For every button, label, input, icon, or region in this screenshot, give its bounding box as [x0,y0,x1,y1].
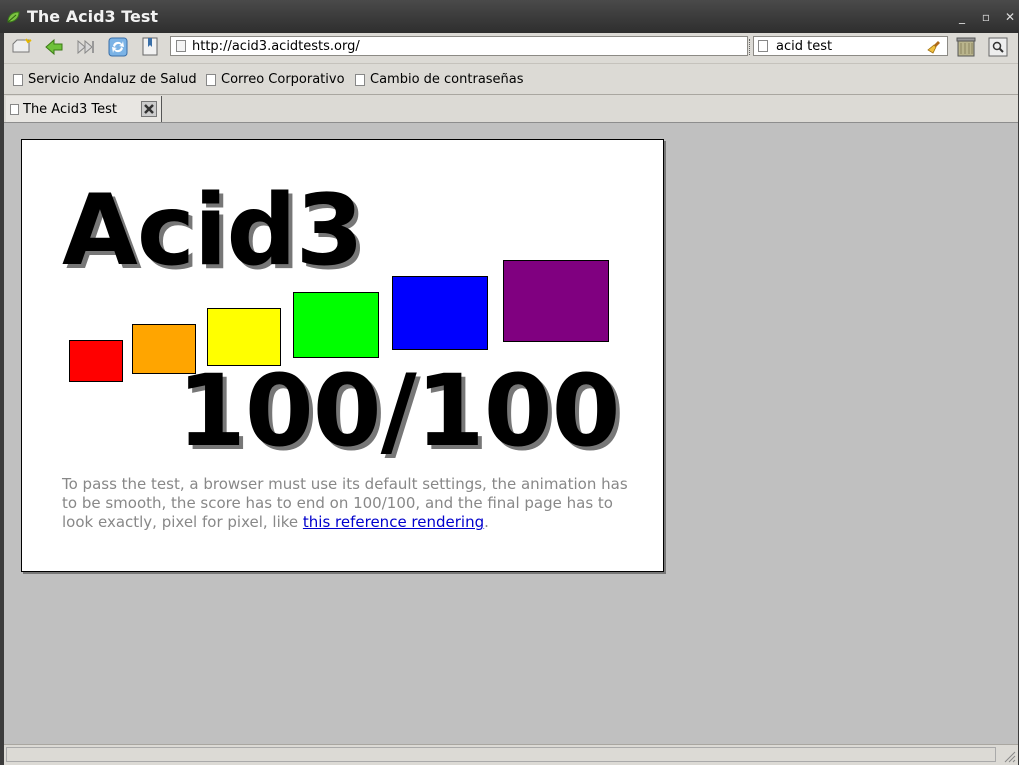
trash-button[interactable] [954,36,978,58]
bookmarks-toolbar: Servicio Andaluz de Salud Correo Corpora… [4,63,1018,94]
tab-bar: The Acid3 Test [4,94,1018,123]
zoom-button[interactable] [986,36,1010,58]
reload-icon [108,37,128,57]
app-leaf-icon [7,11,20,23]
bookmark-item[interactable]: Correo Corporativo [206,72,345,87]
status-field [6,747,996,762]
forward-button[interactable] [74,36,98,58]
acid3-heading: Acid3 [62,174,364,288]
bookmark-icon [142,37,158,56]
acid3-score: 100/100 [177,354,620,469]
resize-grip-icon[interactable] [1002,749,1016,763]
close-window-button[interactable]: ✕ [1003,10,1017,24]
new-tab-icon [12,38,32,53]
purple-square [503,260,609,342]
search-engine-icon [758,40,768,52]
window-titlebar: The Acid3 Test _ ▫ ✕ [0,0,1019,33]
maximize-button[interactable]: ▫ [979,10,993,24]
tab-acid3[interactable]: The Acid3 Test [6,96,162,122]
reload-button[interactable] [106,36,130,58]
status-bar [4,744,1018,765]
lime-square [293,292,379,358]
minimize-button[interactable]: _ [955,10,969,24]
back-arrow-icon [45,38,63,56]
reference-rendering-link[interactable]: this reference rendering [303,513,484,531]
search-text: acid test [776,38,833,54]
browser-window: http://acid3.acidtests.org/ acid test Se… [4,33,1018,765]
bookmark-item[interactable]: Servicio Andaluz de Salud [13,72,197,87]
window-title: The Acid3 Test [27,7,159,26]
acid3-description: To pass the test, a browser must use its… [62,475,632,532]
trash-icon [956,37,976,57]
bookmark-page-icon [13,73,23,86]
page-content: Acid3 100/100 To pass the test, a browse… [4,122,1018,745]
new-tab-button[interactable] [10,36,34,58]
tab-favicon-icon [10,103,19,115]
clear-search-broom-icon[interactable] [927,39,943,55]
bookmark-page-icon [355,73,365,86]
description-period: . [484,513,489,531]
tab-label: The Acid3 Test [23,101,117,117]
page-favicon-icon [176,40,186,52]
close-tab-icon[interactable] [141,101,157,117]
red-square [69,340,123,382]
bookmark-label: Correo Corporativo [221,72,345,87]
zoom-icon [988,37,1008,57]
search-box[interactable]: acid test [753,36,948,56]
bookmark-label: Cambio de contraseñas [370,72,524,87]
navigation-toolbar: http://acid3.acidtests.org/ acid test [4,33,1018,61]
bookmark-button[interactable] [138,36,162,58]
bookmark-item[interactable]: Cambio de contraseñas [355,72,524,87]
bookmark-page-icon [206,73,216,86]
url-text: http://acid3.acidtests.org/ [192,38,360,54]
fast-forward-icon [77,39,94,55]
back-button[interactable] [42,36,66,58]
acid3-panel: Acid3 100/100 To pass the test, a browse… [21,139,664,572]
bookmark-label: Servicio Andaluz de Salud [28,72,197,87]
url-bar[interactable]: http://acid3.acidtests.org/ [170,36,748,56]
blue-square [392,276,488,350]
